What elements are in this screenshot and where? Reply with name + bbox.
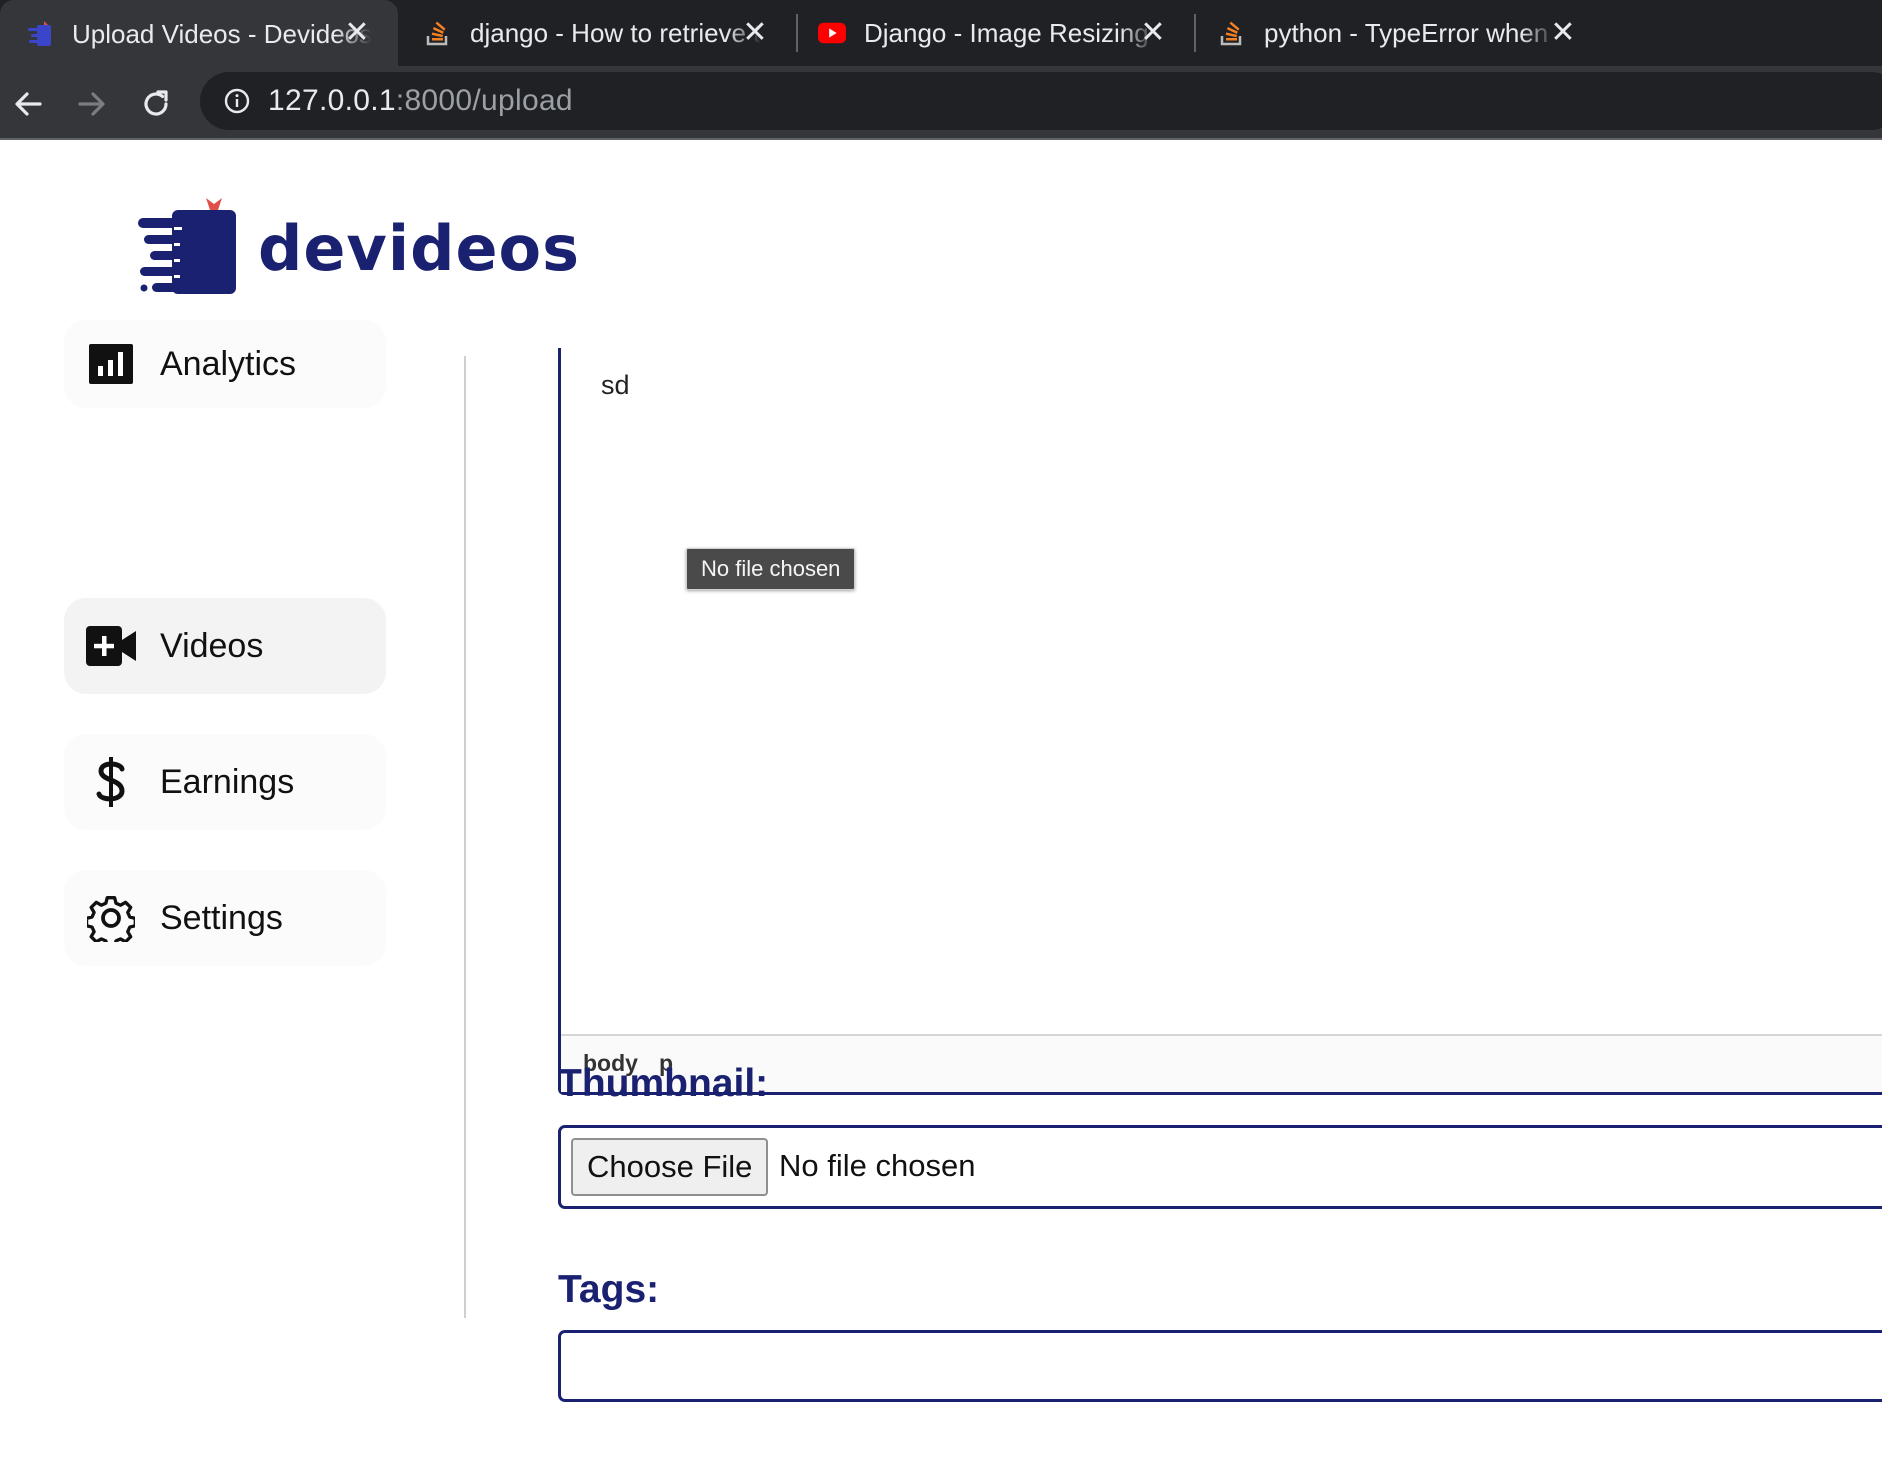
address-bar[interactable]: 127.0.0.1:8000/upload — [200, 72, 1882, 130]
file-status-text: No file chosen — [779, 1148, 976, 1183]
sidebar-divider — [464, 356, 466, 1318]
url-host: 127.0.0.1 — [268, 84, 396, 117]
stackoverflow-favicon-icon — [1218, 19, 1246, 47]
info-icon[interactable] — [224, 88, 250, 114]
back-arrow-icon[interactable] — [8, 84, 48, 124]
sidebar-item-earnings[interactable]: Earnings — [64, 734, 386, 830]
tab-title: Upload Videos - Devideos — [72, 18, 372, 49]
analytics-icon — [86, 339, 136, 389]
tab-title: django - How to retrieve the first — [470, 17, 762, 48]
close-tab-icon[interactable]: ✕ — [742, 18, 768, 48]
close-tab-icon[interactable]: ✕ — [1140, 18, 1166, 48]
editor-content[interactable]: sd — [601, 370, 630, 401]
forward-arrow-icon[interactable] — [72, 84, 112, 124]
devideos-favicon-icon — [26, 20, 54, 48]
stackoverflow-favicon-icon — [424, 19, 452, 47]
tags-input[interactable] — [558, 1330, 1882, 1402]
video-plus-icon — [86, 621, 136, 671]
sidebar-item-videos[interactable]: Videos — [64, 598, 386, 694]
reload-icon[interactable] — [136, 84, 176, 124]
devideos-logo-icon — [138, 198, 236, 299]
tab-title: Django - Image Resizing Before — [864, 17, 1156, 48]
devideos-logo[interactable]: devideos — [138, 198, 580, 299]
tab-separator — [796, 14, 798, 52]
tab-separator — [1194, 14, 1196, 52]
tab-upload-videos[interactable]: Upload Videos - Devideos ✕ — [0, 0, 398, 68]
url-text: 127.0.0.1:8000/upload — [268, 84, 573, 118]
browser-toolbar: 127.0.0.1:8000/upload — [0, 66, 1882, 140]
gear-icon — [86, 893, 136, 943]
url-path: :8000/upload — [395, 84, 573, 117]
sidebar-item-label: Earnings — [160, 762, 295, 801]
description-editor[interactable]: sd body p — [558, 348, 1882, 1095]
youtube-favicon-icon — [818, 19, 846, 47]
sidebar-item-settings[interactable]: Settings — [64, 870, 386, 966]
page-content: devideos Analytics Videos Earnings Setti… — [0, 140, 1882, 1468]
sidebar-item-label: Settings — [160, 898, 283, 937]
sidebar-item-label: Videos — [160, 626, 264, 665]
tab-django-image-resizing[interactable]: Django - Image Resizing Before ✕ — [814, 0, 1194, 66]
tags-label: Tags: — [558, 1268, 660, 1311]
sidebar-item-label: Analytics — [160, 344, 297, 383]
file-input-tooltip: No file chosen — [686, 548, 856, 590]
choose-file-button[interactable]: Choose File — [571, 1138, 769, 1196]
brand-name: devideos — [258, 212, 581, 285]
tab-title: python - TypeError when logging — [1264, 17, 1556, 48]
thumbnail-file-input[interactable]: Choose File No file chosen — [558, 1125, 1882, 1209]
close-tab-icon[interactable]: ✕ — [344, 18, 370, 48]
dollar-icon — [86, 757, 136, 807]
tab-python-typeerror[interactable]: python - TypeError when logging ✕ — [1212, 0, 1576, 66]
close-tab-icon[interactable]: ✕ — [1550, 18, 1576, 48]
sidebar-item-analytics[interactable]: Analytics — [64, 320, 386, 408]
thumbnail-label: Thumbnail: — [558, 1062, 769, 1105]
tab-django-retrieve[interactable]: django - How to retrieve the first ✕ — [418, 0, 796, 66]
browser-tab-strip: Upload Videos - Devideos ✕ django - How … — [0, 0, 1882, 68]
